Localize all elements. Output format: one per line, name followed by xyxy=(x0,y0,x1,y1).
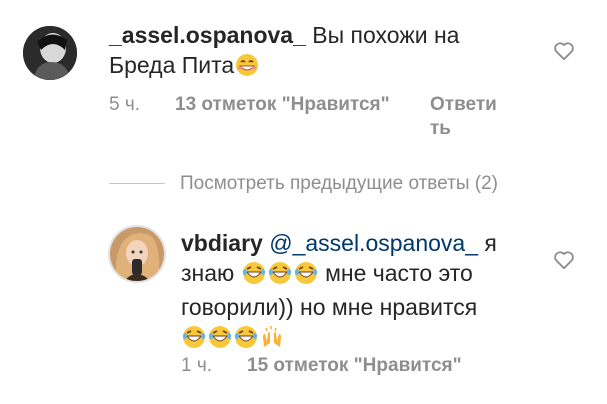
comment2-body-2b: мне часто это xyxy=(325,260,473,286)
avatar-photo-icon xyxy=(110,227,164,281)
comment1-username[interactable]: _assel.ospanova_ xyxy=(109,22,306,48)
comment1-reply-line2: ть xyxy=(430,118,451,139)
laugh-emoji-group xyxy=(241,261,319,292)
grinning-sweat-emoji-icon xyxy=(236,54,259,76)
comment1-likes-label: 13 отметок "Нравится" xyxy=(175,94,390,115)
raising-hands-emoji-icon xyxy=(263,326,281,347)
comment1-body-line2: Бреда Пита xyxy=(109,52,235,78)
tears-of-joy-emoji-icon xyxy=(235,326,257,348)
comment2-username[interactable]: vbdiary xyxy=(181,230,263,256)
comment1-reply-line1: Ответи xyxy=(430,94,497,115)
comment1-reply-button[interactable]: Ответи ть xyxy=(430,93,497,141)
tears-of-joy-emoji-icon xyxy=(209,326,231,348)
comment2-body-2a: знаю xyxy=(181,260,235,286)
avatar-vbdiary[interactable] xyxy=(108,225,166,283)
comment1-likes-count[interactable]: 13 отметок "Нравится" xyxy=(175,93,390,117)
view-previous-replies-button[interactable]: Посмотреть предыдущие ответы (2) xyxy=(180,172,498,196)
comment2-like-heart-icon[interactable] xyxy=(553,250,575,270)
comment2-likes-count[interactable]: 15 отметок "Нравится" xyxy=(247,354,462,378)
avatar-assel[interactable] xyxy=(23,26,77,80)
avatar-photo-icon xyxy=(23,26,77,80)
comment2-mention-link[interactable]: @_assel.ospanova_ xyxy=(269,230,478,256)
tears-of-joy-emoji-icon xyxy=(242,262,265,284)
tears-of-joy-emoji-icon xyxy=(183,326,205,348)
tears-of-joy-emoji-icon xyxy=(268,262,291,284)
comment1-text: _assel.ospanova_ Вы похожи на Бреда Пита xyxy=(109,20,529,80)
laugh-hands-emoji-group xyxy=(181,325,285,356)
comment1-body: Вы похожи на xyxy=(312,22,460,48)
comment2-body-3: говорили)) но мне нравится xyxy=(181,294,478,320)
comment2-body-1: я xyxy=(484,230,497,256)
comment1-like-heart-icon[interactable] xyxy=(553,41,575,61)
comment2-likes-label: 15 отметок "Нравится" xyxy=(247,355,462,376)
comment2-time: 1 ч. xyxy=(181,355,213,376)
replies-divider xyxy=(109,183,165,184)
comment2-text: vbdiary @_assel.ospanova_ я знаю мне час… xyxy=(181,228,521,356)
tears-of-joy-emoji-icon xyxy=(294,262,317,284)
comment1-time: 5 ч. xyxy=(109,94,141,115)
